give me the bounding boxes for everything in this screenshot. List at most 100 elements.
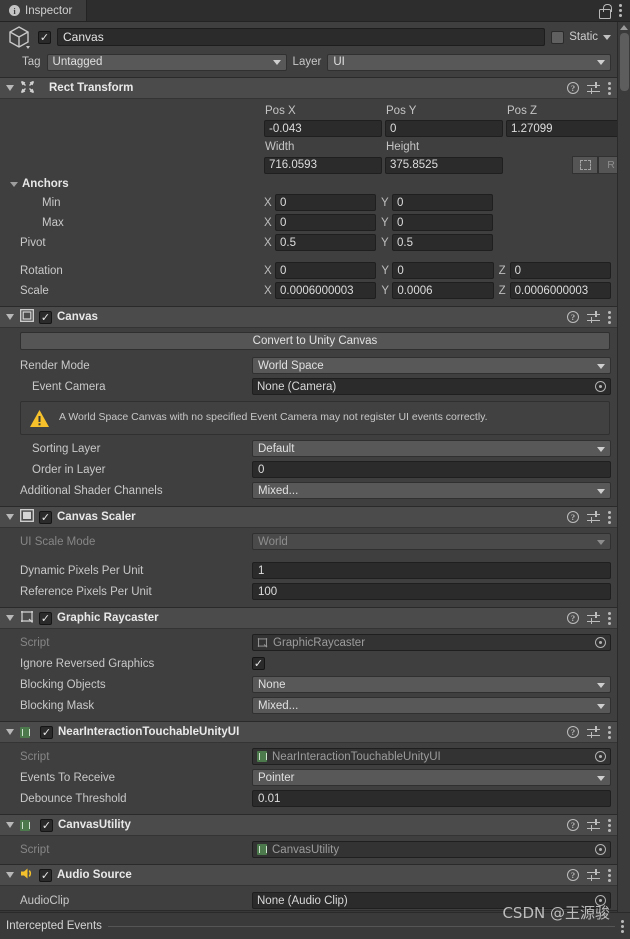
tag-dropdown[interactable]: Untagged: [46, 53, 287, 71]
help-icon[interactable]: ?: [567, 311, 579, 323]
scroll-up-arrow-icon[interactable]: [620, 25, 628, 30]
component-header[interactable]: Audio Source ?: [0, 865, 617, 886]
object-name-field[interactable]: Canvas: [57, 28, 546, 46]
component-enabled-checkbox[interactable]: [39, 868, 52, 882]
scale-y-field[interactable]: 0.0006: [392, 282, 494, 299]
reference-ppu-field[interactable]: 100: [252, 583, 611, 600]
kebab-menu-icon[interactable]: [608, 310, 611, 324]
component-enabled-checkbox[interactable]: [39, 310, 52, 324]
preset-icon[interactable]: [587, 82, 600, 94]
kebab-menu-icon[interactable]: [608, 725, 611, 739]
layer-dropdown[interactable]: UI: [327, 53, 611, 71]
blocking-mask-dropdown[interactable]: Mixed...: [252, 697, 611, 714]
blocking-objects-dropdown[interactable]: None: [252, 676, 611, 693]
component-header[interactable]: Canvas ?: [0, 307, 617, 328]
preset-icon[interactable]: [587, 612, 600, 624]
help-icon[interactable]: ?: [567, 82, 579, 94]
vertical-scrollbar[interactable]: [617, 22, 630, 939]
foldout-arrow-icon[interactable]: [6, 822, 14, 828]
component-title: Canvas Scaler: [57, 511, 136, 523]
pos-y-field[interactable]: 0: [385, 120, 503, 137]
event-camera-field[interactable]: None (Camera): [252, 378, 611, 395]
foldout-arrow-icon[interactable]: [6, 872, 14, 878]
rotation-y-field[interactable]: 0: [392, 262, 494, 279]
events-to-receive-dropdown[interactable]: Pointer: [252, 769, 611, 786]
debounce-threshold-field[interactable]: 0.01: [252, 790, 611, 807]
preset-icon[interactable]: [587, 511, 600, 523]
anchor-min-x-field[interactable]: 0: [275, 194, 376, 211]
pivot-y-field[interactable]: 0.5: [392, 234, 493, 251]
help-icon[interactable]: ?: [567, 869, 579, 881]
sorting-layer-dropdown[interactable]: Default: [252, 440, 611, 457]
anchor-min-y-field[interactable]: 0: [392, 194, 493, 211]
component-header[interactable]: Graphic Raycaster ?: [0, 608, 617, 629]
preset-icon[interactable]: [587, 311, 600, 323]
convert-to-unity-canvas-button[interactable]: Convert to Unity Canvas: [20, 332, 610, 350]
audioclip-field[interactable]: None (Audio Clip): [252, 892, 611, 909]
width-field[interactable]: 716.0593: [264, 156, 382, 174]
rotation-x-field[interactable]: 0: [275, 262, 377, 279]
component-enabled-checkbox[interactable]: [39, 510, 52, 524]
height-field[interactable]: 375.8525: [385, 156, 503, 174]
rotation-z-field[interactable]: 0: [509, 262, 611, 279]
preset-icon[interactable]: [587, 869, 600, 881]
component-header[interactable]: Canvas Scaler ?: [0, 507, 617, 528]
pos-x-field[interactable]: -0.043: [264, 120, 382, 137]
object-picker-icon[interactable]: [595, 895, 606, 906]
object-enabled-checkbox[interactable]: [38, 30, 51, 44]
pos-z-field[interactable]: 1.27099: [506, 120, 617, 137]
help-icon[interactable]: ?: [567, 726, 579, 738]
foldout-arrow-icon[interactable]: [6, 85, 14, 91]
component-enabled-checkbox[interactable]: [39, 611, 52, 625]
preset-icon[interactable]: [587, 726, 600, 738]
script-label: Script: [20, 636, 50, 649]
object-picker-icon[interactable]: [595, 751, 606, 762]
order-in-layer-field[interactable]: 0: [252, 461, 611, 478]
foldout-arrow-icon[interactable]: [6, 514, 14, 520]
kebab-menu-icon[interactable]: [608, 81, 611, 95]
preset-icon[interactable]: [587, 819, 600, 831]
script-row: Script GraphicRaycaster: [6, 633, 611, 652]
object-picker-icon[interactable]: [595, 637, 606, 648]
anchor-max-x-field[interactable]: 0: [275, 214, 376, 231]
component-enabled-checkbox[interactable]: [40, 818, 53, 832]
component-header[interactable]: CanvasUtility ?: [0, 815, 617, 836]
object-picker-icon[interactable]: [595, 381, 606, 392]
help-icon[interactable]: ?: [567, 511, 579, 523]
chevron-down-icon: [597, 682, 605, 688]
scale-x-field[interactable]: 0.0006000003: [275, 282, 377, 299]
foldout-arrow-icon[interactable]: [6, 729, 14, 735]
ignore-reversed-checkbox[interactable]: [252, 657, 265, 670]
kebab-menu-icon[interactable]: [608, 818, 611, 832]
scale-z-field[interactable]: 0.0006000003: [509, 282, 611, 299]
static-checkbox[interactable]: [551, 30, 565, 44]
foldout-arrow-icon[interactable]: [6, 314, 14, 320]
lock-open-icon[interactable]: [599, 4, 612, 19]
component-header[interactable]: NearInteractionTouchableUnityUI ?: [0, 722, 617, 743]
component-enabled-checkbox[interactable]: [40, 725, 53, 739]
kebab-menu-icon[interactable]: [621, 919, 624, 933]
anchor-max-y-field[interactable]: 0: [392, 214, 493, 231]
tab-inspector[interactable]: i Inspector: [0, 0, 88, 21]
raw-edit-mode-button[interactable]: R: [598, 156, 617, 174]
render-mode-dropdown[interactable]: World Space: [252, 357, 611, 374]
kebab-menu-icon[interactable]: [608, 611, 611, 625]
static-dropdown-arrow-icon[interactable]: [603, 34, 611, 40]
kebab-menu-icon[interactable]: [619, 4, 622, 17]
dynamic-ppu-field[interactable]: 1: [252, 562, 611, 579]
kebab-menu-icon[interactable]: [608, 868, 611, 882]
axis-label-y: Y: [381, 196, 389, 209]
foldout-arrow-icon[interactable]: [6, 615, 14, 621]
help-icon[interactable]: ?: [567, 819, 579, 831]
component-header[interactable]: Rect Transform ?: [0, 78, 617, 99]
scrollbar-thumb[interactable]: [619, 33, 629, 91]
object-picker-icon[interactable]: [595, 844, 606, 855]
anchors-foldout[interactable]: Anchors: [6, 175, 611, 193]
blueprint-mode-button[interactable]: [572, 156, 598, 174]
chevron-down-icon: [597, 60, 605, 65]
kebab-menu-icon[interactable]: [608, 510, 611, 524]
sorting-layer-value: Default: [258, 442, 295, 455]
help-icon[interactable]: ?: [567, 612, 579, 624]
shader-channels-dropdown[interactable]: Mixed...: [252, 482, 611, 499]
pivot-x-field[interactable]: 0.5: [275, 234, 376, 251]
